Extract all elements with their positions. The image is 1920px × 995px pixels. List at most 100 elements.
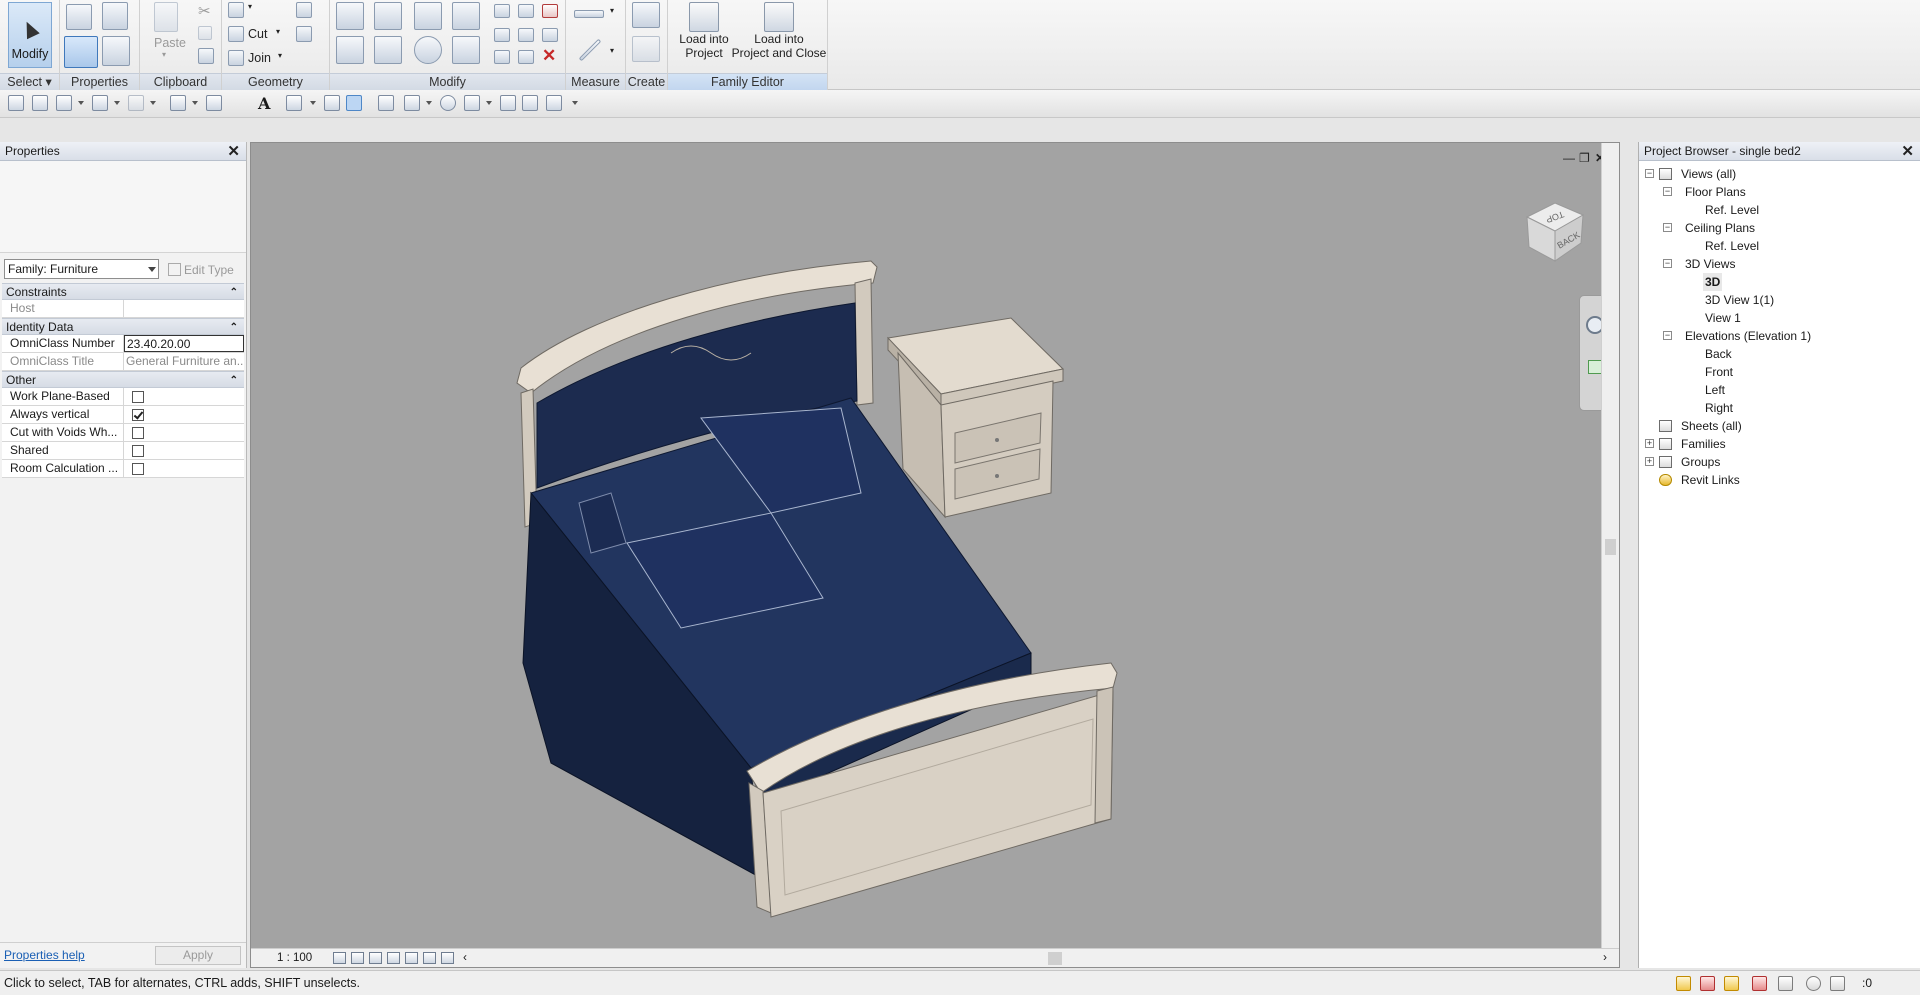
scale-icon[interactable] [518, 28, 534, 42]
always-vertical-checkbox[interactable] [132, 409, 144, 421]
split-gap-icon[interactable] [518, 4, 534, 18]
measure-dropdown-icon[interactable]: ▾ [610, 46, 614, 55]
select-underlay-icon[interactable] [1700, 976, 1715, 991]
work-plane-based-checkbox[interactable] [132, 391, 144, 403]
copy-element-icon[interactable] [374, 36, 402, 64]
temporary-hide-icon[interactable] [441, 952, 454, 964]
select-pinned-icon[interactable] [1724, 976, 1739, 991]
switch-windows-icon[interactable] [404, 95, 420, 111]
tree-node-sheets[interactable]: Sheets (all) [1639, 417, 1920, 435]
trim-single-icon[interactable] [494, 50, 510, 64]
show-crop-region-icon[interactable] [423, 952, 436, 964]
text-tool-icon[interactable]: A [258, 94, 270, 113]
trim-multiple-icon[interactable] [518, 50, 534, 64]
undo-dropdown-icon[interactable] [114, 101, 120, 105]
array-icon[interactable] [494, 28, 510, 42]
sync-icon[interactable] [56, 95, 72, 111]
apply-button[interactable]: Apply [155, 946, 241, 965]
room-calculation-checkbox[interactable] [132, 463, 144, 475]
sync-dropdown-icon[interactable] [78, 101, 84, 105]
paste-icon[interactable] [154, 2, 178, 32]
create-group-icon[interactable] [632, 36, 660, 62]
project-browser-close-icon[interactable]: ✕ [1901, 142, 1914, 161]
tree-node-right[interactable]: Right [1639, 399, 1920, 417]
tree-node-groups[interactable]: + Groups [1639, 453, 1920, 471]
tree-node-floor-plans[interactable]: − Floor Plans [1639, 183, 1920, 201]
scroll-right-icon[interactable]: › [1603, 950, 1607, 964]
tree-node-families[interactable]: + Families [1639, 435, 1920, 453]
split-element-icon[interactable] [494, 4, 510, 18]
join-geometry-button[interactable]: Join [248, 51, 271, 65]
visibility-dropdown-icon[interactable] [486, 101, 492, 105]
family-type-select[interactable]: Family: Furniture [4, 259, 159, 279]
create-similar-icon[interactable] [632, 2, 660, 28]
collapse-icon[interactable]: − [1663, 187, 1672, 196]
background-process-icon[interactable] [1806, 976, 1821, 991]
cut-with-voids-checkbox[interactable] [132, 427, 144, 439]
section-icon[interactable] [324, 95, 340, 111]
load-into-project-and-close-button[interactable]: Load into Project and Close [730, 2, 828, 60]
identity-data-group-header[interactable]: Identity Data ⌃ [2, 318, 244, 335]
collapse-icon[interactable]: ⌃ [230, 319, 238, 336]
load-into-project-button[interactable]: Load into Project [674, 2, 734, 60]
split-face-icon[interactable] [296, 26, 312, 42]
tree-node-floor-plan-ref-level[interactable]: Ref. Level [1639, 201, 1920, 219]
worksets-icon[interactable] [522, 95, 538, 111]
thin-lines-icon[interactable] [346, 95, 362, 111]
match-properties-icon[interactable] [198, 48, 214, 64]
crop-view-icon[interactable] [405, 952, 418, 964]
select-dropdown[interactable]: Select ▾ [0, 73, 59, 90]
cope-icon[interactable] [228, 2, 244, 18]
tree-node-3d-views[interactable]: − 3D Views [1639, 255, 1920, 273]
redo-dropdown-icon[interactable] [150, 101, 156, 105]
constraints-group-header[interactable]: Constraints ⌃ [2, 283, 244, 300]
cut-geometry-icon[interactable] [228, 26, 244, 42]
tree-node-left[interactable]: Left [1639, 381, 1920, 399]
tree-node-elevations[interactable]: − Elevations (Elevation 1) [1639, 327, 1920, 345]
measure-icon[interactable] [578, 38, 602, 62]
type-properties-icon[interactable] [102, 36, 130, 66]
collapse-icon[interactable]: − [1645, 169, 1654, 178]
offset-icon[interactable] [374, 2, 402, 30]
modify-button[interactable]: Modify [8, 2, 52, 68]
select-links-icon[interactable] [1676, 976, 1691, 991]
sun-path-icon[interactable] [369, 952, 382, 964]
visibility-icon[interactable] [464, 95, 480, 111]
tree-node-front[interactable]: Front [1639, 363, 1920, 381]
family-category-icon[interactable] [66, 4, 92, 30]
viewport-vertical-scrollbar[interactable] [1601, 143, 1619, 951]
settings-icon[interactable] [440, 95, 456, 111]
delete-icon[interactable]: ✕ [542, 46, 556, 66]
tree-node-revit-links[interactable]: Revit Links [1639, 471, 1920, 489]
other-group-header[interactable]: Other ⌃ [2, 371, 244, 388]
collapse-icon[interactable]: − [1663, 331, 1672, 340]
undo-icon[interactable] [92, 95, 108, 111]
drag-elements-icon[interactable] [1778, 976, 1793, 991]
collapse-icon[interactable]: ⌃ [230, 372, 238, 389]
join-geometry-icon[interactable] [228, 50, 244, 66]
bed-model[interactable] [251, 143, 1601, 949]
properties-help-link[interactable]: Properties help [4, 948, 85, 962]
align-icon[interactable] [336, 2, 364, 30]
tile-views-icon[interactable] [500, 95, 516, 111]
cut-dropdown-icon[interactable]: ▾ [276, 27, 280, 36]
3d-view-dropdown-icon[interactable] [310, 101, 316, 105]
scroll-left-icon[interactable]: ‹ [463, 950, 467, 964]
tree-node-3d[interactable]: 3D [1639, 273, 1920, 291]
join-dropdown-icon[interactable]: ▾ [278, 51, 282, 60]
close-hidden-windows-icon[interactable] [378, 95, 394, 111]
tree-node-view-1[interactable]: View 1 [1639, 309, 1920, 327]
tree-node-views-all[interactable]: − Views (all) [1639, 165, 1920, 183]
cope-dropdown-icon[interactable]: ▾ [248, 2, 252, 11]
wall-joins-icon[interactable] [296, 2, 312, 18]
default-3d-view-icon[interactable] [286, 95, 302, 111]
vertical-scroll-thumb[interactable] [1605, 539, 1616, 555]
measure-qat-icon[interactable] [206, 95, 222, 111]
tree-node-ceiling-plans[interactable]: − Ceiling Plans [1639, 219, 1920, 237]
unpin-icon[interactable] [542, 4, 558, 18]
tree-node-3d-view-1-1[interactable]: 3D View 1(1) [1639, 291, 1920, 309]
select-by-face-icon[interactable] [1752, 976, 1767, 991]
save-icon[interactable] [32, 95, 48, 111]
open-icon[interactable] [8, 95, 24, 111]
aligned-dimension-icon[interactable] [574, 10, 604, 18]
